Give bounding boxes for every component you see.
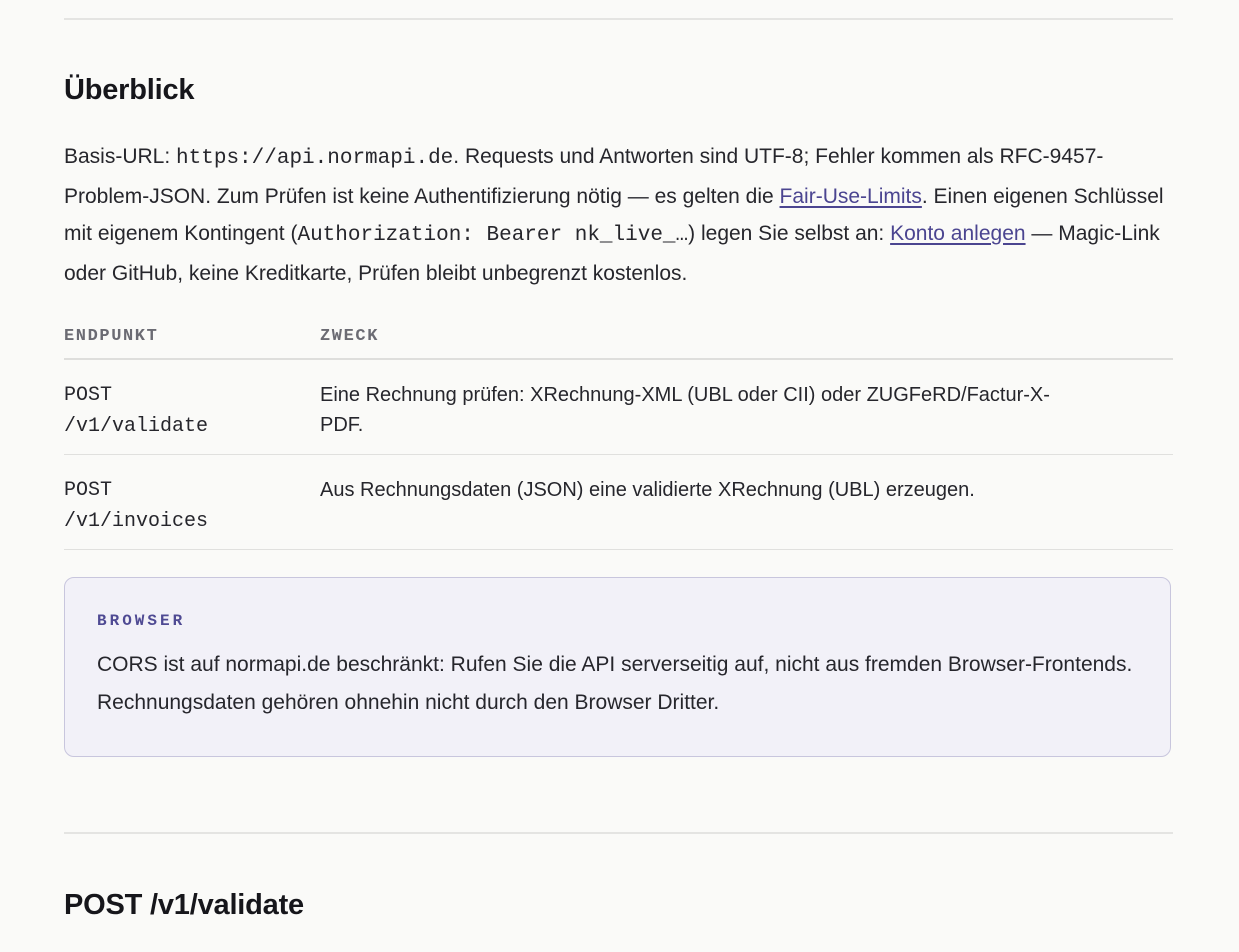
callout-text: CORS ist auf normapi.de beschränkt: Rufe… — [97, 653, 1133, 714]
endpoint-cell: POST /v1/invoices — [64, 454, 320, 550]
browser-callout: BROWSER CORS ist auf normapi.de beschrän… — [64, 577, 1171, 757]
fair-use-limits-link[interactable]: Fair-Use-Limits — [780, 185, 922, 208]
endpoint-purpose: Eine Rechnung prüfen: XRechnung-XML (UBL… — [320, 359, 1173, 455]
section-divider — [64, 832, 1173, 834]
endpoint-cell: POST /v1/validate — [64, 359, 320, 455]
auth-header-code: Authorization: Bearer nk_live_… — [297, 224, 689, 247]
table-row: POST /v1/invoices Aus Rechnungsdaten (JS… — [64, 454, 1173, 550]
base-url-code: https://api.normapi.de — [176, 147, 454, 170]
callout-tag: BROWSER — [97, 612, 186, 630]
endpoint-path: /v1/invoices — [64, 510, 209, 533]
endpoint-path: /v1/validate — [64, 415, 209, 438]
docs-page: Überblick Basis-URL: https://api.normapi… — [0, 0, 1239, 952]
endpoint-purpose: Aus Rechnungsdaten (JSON) eine validiert… — [320, 454, 1173, 550]
endpoint-method: POST — [64, 384, 113, 407]
column-header-purpose: ZWECK — [320, 318, 1173, 360]
signup-link[interactable]: Konto anlegen — [890, 222, 1025, 245]
intro-text: ) legen Sie selbst an: — [688, 222, 891, 245]
column-header-endpoint: ENDPUNKT — [64, 318, 320, 360]
overview-intro: Basis-URL: https://api.normapi.de. Reque… — [64, 138, 1173, 292]
endpoints-table: ENDPUNKT ZWECK POST /v1/validate Eine Re… — [64, 318, 1173, 550]
table-header-row: ENDPUNKT ZWECK — [64, 318, 1173, 360]
section-divider — [64, 18, 1173, 20]
section-heading-validate: POST /v1/validate — [64, 889, 304, 921]
section-heading-overview: Überblick — [64, 74, 195, 106]
endpoint-method: POST — [64, 479, 113, 502]
intro-text: Basis-URL: — [64, 145, 177, 168]
table-row: POST /v1/validate Eine Rechnung prüfen: … — [64, 359, 1173, 455]
